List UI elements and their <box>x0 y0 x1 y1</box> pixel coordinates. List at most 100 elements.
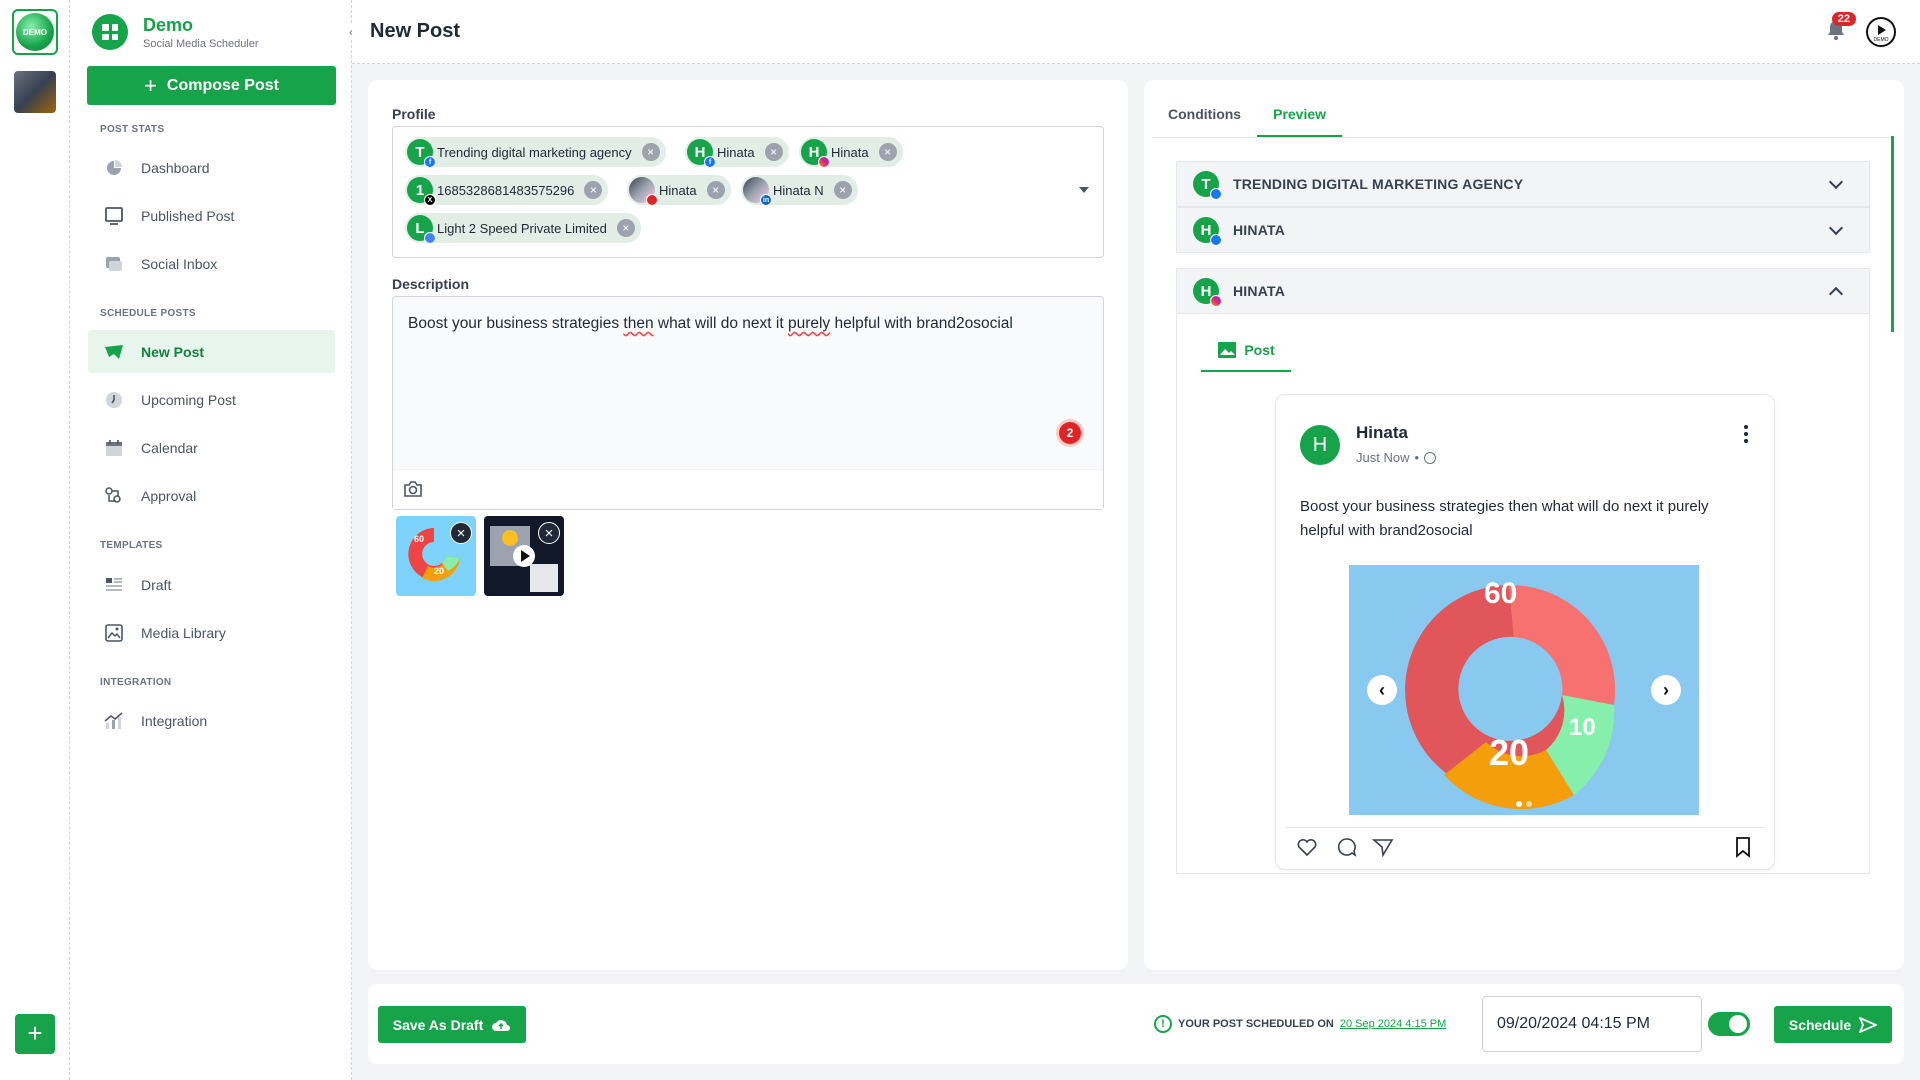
chevron-down-icon <box>1828 174 1844 190</box>
plus-icon: + <box>144 72 157 98</box>
instagram-icon <box>818 156 830 168</box>
remove-media-icon[interactable]: × <box>538 522 560 544</box>
workspace-rail: DEMO + <box>0 0 70 1080</box>
chevron-down-icon <box>1828 220 1844 236</box>
sidebar-item-calendar[interactable]: Calendar <box>88 426 335 469</box>
remove-media-icon[interactable]: × <box>450 522 472 544</box>
accordion-hinata-facebook[interactable]: H HINATA <box>1176 207 1870 253</box>
dashboard-icon <box>104 158 124 178</box>
remove-chip-icon[interactable]: × <box>764 143 783 161</box>
sidebar-item-dashboard[interactable]: Dashboard <box>88 146 335 189</box>
tab-preview[interactable]: Preview <box>1257 94 1343 137</box>
workspace-secondary[interactable] <box>14 71 56 113</box>
chevron-up-icon <box>1828 286 1844 302</box>
composer-panel: Profile Tf Trending digital marketing ag… <box>368 80 1128 970</box>
save-draft-button[interactable]: Save As Draft <box>378 1006 526 1043</box>
post-actions <box>1286 827 1764 863</box>
demo-play-icon[interactable]: DEMO <box>1866 17 1896 47</box>
svg-text:DEMO: DEMO <box>1874 37 1889 43</box>
integration-icon <box>104 711 124 731</box>
post-text: Boost your business strategies then what… <box>1300 498 1709 539</box>
remove-chip-icon[interactable]: × <box>833 181 852 199</box>
sidebar-item-published-post[interactable]: Published Post <box>88 194 335 237</box>
profile-avatar: in <box>743 177 772 206</box>
remove-chip-icon[interactable]: × <box>641 143 660 161</box>
schedule-datetime-input[interactable] <box>1482 996 1702 1052</box>
share-icon[interactable] <box>1372 836 1394 858</box>
sidebar-item-upcoming-post[interactable]: Upcoming Post <box>88 378 335 421</box>
preview-panel: Conditions Preview T TRENDING DIGITAL MA… <box>1144 80 1904 970</box>
profile-avatar: Tf <box>407 139 436 168</box>
facebook-icon <box>1210 188 1222 200</box>
remove-chip-icon[interactable]: × <box>706 181 725 199</box>
remove-chip-icon[interactable]: × <box>616 219 635 237</box>
svg-text:20: 20 <box>1489 732 1529 773</box>
image-icon <box>1218 342 1237 358</box>
send-icon <box>1859 1016 1878 1033</box>
svg-text:60: 60 <box>1484 577 1517 610</box>
info-icon: ! <box>1154 1015 1172 1033</box>
camera-icon[interactable] <box>403 480 423 498</box>
profile-avatar: L <box>407 215 436 244</box>
media-icon <box>104 623 124 643</box>
linkedin-icon: in <box>760 194 772 206</box>
workspace-demo[interactable]: DEMO <box>12 9 58 55</box>
svg-text:10: 10 <box>1569 714 1596 741</box>
sidebar-item-approval[interactable]: Approval <box>88 474 335 517</box>
sidebar: Demo Social Media Scheduler ‹ + Compose … <box>70 0 359 1080</box>
dropdown-caret-icon[interactable] <box>1079 187 1089 193</box>
footer-bar: Save As Draft ! YOUR POST SCHEDULED ON 2… <box>368 984 1904 1064</box>
accordion-hinata-instagram[interactable]: H HINATA <box>1176 268 1870 314</box>
globe-icon <box>1424 451 1437 464</box>
x-icon: X <box>424 194 436 206</box>
media-thumbnail-video[interactable]: × <box>484 516 564 596</box>
facebook-icon: f <box>704 156 716 168</box>
sidebar-item-social-inbox[interactable]: Social Inbox <box>88 242 335 285</box>
sidebar-item-new-post[interactable]: New Post <box>88 330 335 373</box>
description-text[interactable]: Boost your business strategies then what… <box>408 315 1013 333</box>
accordion-trending-facebook[interactable]: T TRENDING DIGITAL MARKETING AGENCY <box>1176 161 1870 207</box>
profile-chip: in Hinata N × <box>741 175 858 206</box>
subtab-post[interactable]: Post <box>1201 330 1291 372</box>
carousel-next-icon[interactable]: › <box>1651 675 1681 705</box>
schedule-button[interactable]: Schedule <box>1774 1006 1892 1043</box>
sidebar-item-draft[interactable]: Draft <box>88 563 335 606</box>
profile-label: Profile <box>392 106 436 122</box>
compose-post-button[interactable]: + Compose Post <box>87 66 336 105</box>
carousel-prev-icon[interactable]: ‹ <box>1367 675 1397 705</box>
post-author: Hinata <box>1356 423 1408 442</box>
draft-icon <box>104 575 124 595</box>
schedule-toggle[interactable] <box>1708 1012 1750 1036</box>
brand: Demo Social Media Scheduler <box>92 14 259 50</box>
editor-toolbar <box>393 469 1103 509</box>
section-schedule-posts: SCHEDULE POSTS <box>100 308 196 319</box>
svg-text:20: 20 <box>434 566 444 576</box>
instagram-icon <box>1210 295 1222 307</box>
sidebar-item-integration[interactable]: Integration <box>88 699 335 742</box>
brand-name: Demo <box>143 14 194 35</box>
comment-icon[interactable] <box>1336 836 1358 858</box>
sidebar-item-media-library[interactable]: Media Library <box>88 611 335 654</box>
description-label: Description <box>392 276 470 292</box>
profile-avatar: H <box>1193 278 1222 307</box>
cloud-upload-icon <box>492 1019 511 1031</box>
grammar-check-badge[interactable]: 2 <box>1059 422 1081 444</box>
bookmark-icon[interactable] <box>1732 836 1754 858</box>
remove-chip-icon[interactable]: × <box>584 181 603 199</box>
description-editor[interactable]: Boost your business strategies then what… <box>392 296 1104 510</box>
heart-icon[interactable] <box>1296 836 1318 858</box>
section-templates: TEMPLATES <box>100 540 163 551</box>
clock-icon <box>104 390 124 410</box>
media-thumbnail[interactable]: 60 20 × <box>396 516 476 596</box>
post-avatar: H <box>1300 425 1340 465</box>
remove-chip-icon[interactable]: × <box>878 143 897 161</box>
tab-conditions[interactable]: Conditions <box>1152 94 1257 137</box>
profile-select[interactable]: Tf Trending digital marketing agency × H… <box>392 126 1104 258</box>
more-options-icon[interactable] <box>1744 425 1748 446</box>
add-workspace-button[interactable]: + <box>15 1014 55 1054</box>
schedule-date-link[interactable]: 20 Sep 2024 4:15 PM <box>1340 1018 1446 1030</box>
preview-tabs: Conditions Preview <box>1152 94 1896 138</box>
calendar-icon <box>104 438 124 458</box>
scrollbar[interactable] <box>1891 136 1894 332</box>
section-integration: INTEGRATION <box>100 677 172 688</box>
